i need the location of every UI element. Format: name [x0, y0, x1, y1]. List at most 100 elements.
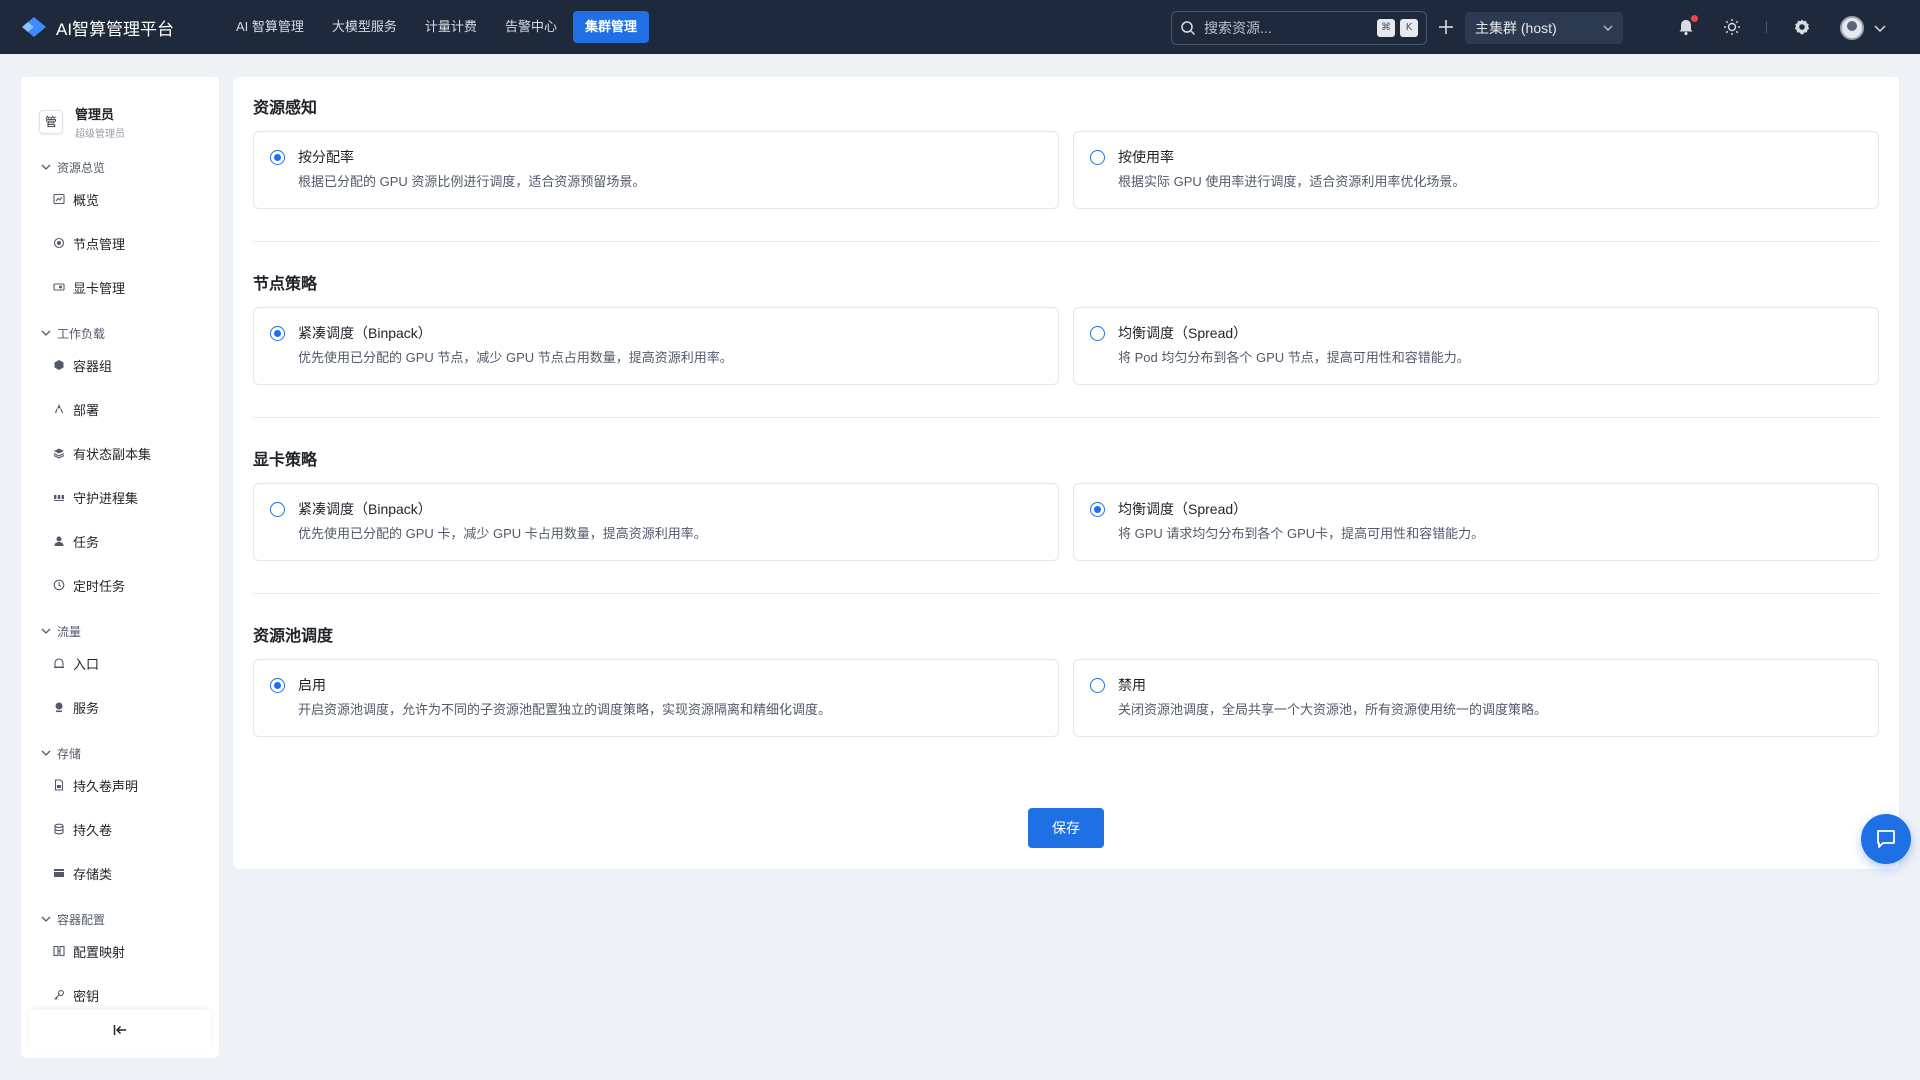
sidebar-item-label: 定时任务	[73, 578, 126, 594]
radio-button-checked[interactable]	[1090, 502, 1105, 517]
nav-item-ai-compute[interactable]: AI 智算管理	[224, 11, 316, 43]
sidebar-item-label: 持久卷	[73, 822, 113, 838]
save-button[interactable]: 保存	[1028, 808, 1104, 848]
sun-icon[interactable]	[1722, 17, 1742, 37]
chevron-down-icon	[41, 164, 51, 170]
sidebar-group-label: 容器配置	[57, 912, 106, 927]
user-name: 管理员	[75, 107, 115, 122]
sidebar-item-label: 守护进程集	[73, 490, 139, 506]
sidebar-item-storage-class[interactable]: 存储类	[21, 851, 219, 895]
layers-icon	[53, 448, 65, 459]
radio-button[interactable]	[270, 502, 285, 517]
sidebar-item-nodes[interactable]: 节点管理	[21, 221, 219, 265]
radio-button-checked[interactable]	[270, 326, 285, 341]
nav-item-llm-service[interactable]: 大模型服务	[320, 11, 409, 43]
sidebar-item-label: 任务	[73, 534, 100, 550]
sidebar-item-pv[interactable]: 持久卷	[21, 807, 219, 851]
chevron-down-icon	[41, 916, 51, 922]
option-description: 优先使用已分配的 GPU 节点，减少 GPU 节点占用数量，提高资源利用率。	[298, 350, 733, 365]
clock-icon	[53, 579, 65, 591]
option-title: 均衡调度（Spread）	[1118, 325, 1248, 341]
service-icon	[55, 702, 63, 713]
app-title: AI智算管理平台	[56, 19, 175, 39]
nav-item-alerts[interactable]: 告警中心	[493, 11, 569, 43]
section-node-strategy: 节点策略 紧凑调度（Binpack） 优先使用已分配的 GPU 节点，减少 GP…	[253, 242, 1879, 385]
key-icon	[54, 990, 64, 1000]
user-avatar[interactable]	[1840, 16, 1864, 40]
sidebar-item-label: 存储类	[73, 866, 113, 882]
option-pool-enable[interactable]: 启用 开启资源池调度，允许为不同的子资源池配置独立的调度策略，实现资源隔离和精细…	[253, 659, 1059, 737]
sidebar-item-pvc[interactable]: 持久卷声明	[21, 763, 219, 807]
radio-button-checked[interactable]	[270, 150, 285, 165]
sidebar-item-label: 密钥	[73, 988, 100, 1004]
sidebar-item-configmaps[interactable]: 配置映射	[21, 929, 219, 973]
top-bar: AI智算管理平台 AI 智算管理 大模型服务 计量计费 告警中心 集群管理 搜索…	[0, 0, 1920, 54]
sidebar-group-title[interactable]: 流量	[21, 621, 219, 641]
chevron-down-icon[interactable]	[1874, 23, 1886, 33]
nav-item-billing[interactable]: 计量计费	[413, 11, 489, 43]
chat-button[interactable]	[1861, 814, 1911, 864]
sidebar-item-cronjobs[interactable]: 定时任务	[21, 563, 219, 607]
gpu-card-icon	[53, 283, 65, 291]
chevron-down-icon	[41, 628, 51, 634]
radio-button[interactable]	[1090, 326, 1105, 341]
sidebar-item-label: 持久卷声明	[73, 778, 139, 794]
sidebar-group-label: 存储	[57, 746, 82, 761]
add-button[interactable]	[1434, 15, 1458, 39]
user-role: 超级管理员	[75, 129, 125, 140]
gear-icon[interactable]	[1792, 17, 1812, 37]
configmap-icon	[53, 945, 65, 957]
sidebar-item-jobs[interactable]: 任务	[21, 519, 219, 563]
sidebar-group-title[interactable]: 资源总览	[21, 157, 219, 177]
chevron-down-icon	[1603, 25, 1613, 31]
section-gpu-strategy: 显卡策略 紧凑调度（Binpack） 优先使用已分配的 GPU 卡，减少 GPU…	[253, 418, 1879, 561]
chat-bubble-icon	[1877, 830, 1895, 848]
chevron-down-icon	[41, 750, 51, 756]
option-description: 根据实际 GPU 使用率进行调度，适合资源利用率优化场景。	[1118, 174, 1466, 189]
option-by-usage[interactable]: 按使用率 根据实际 GPU 使用率进行调度，适合资源利用率优化场景。	[1073, 131, 1879, 209]
database-icon	[54, 823, 64, 835]
radio-button[interactable]	[1090, 678, 1105, 693]
radio-button[interactable]	[1090, 150, 1105, 165]
option-node-spread[interactable]: 均衡调度（Spread） 将 Pod 均匀分布到各个 GPU 节点，提高可用性和…	[1073, 307, 1879, 385]
sidebar-collapse-button[interactable]	[29, 1010, 211, 1050]
sidebar-item-statefulsets[interactable]: 有状态副本集	[21, 431, 219, 475]
search-placeholder: 搜索资源...	[1204, 20, 1272, 36]
option-title: 启用	[298, 677, 326, 693]
option-gpu-binpack[interactable]: 紧凑调度（Binpack） 优先使用已分配的 GPU 卡，减少 GPU 卡占用数…	[253, 483, 1059, 561]
sidebar-item-deployments[interactable]: 部署	[21, 387, 219, 431]
sidebar-group-title[interactable]: 存储	[21, 743, 219, 763]
section-title: 显卡策略	[253, 452, 318, 469]
sidebar: 管 管理员 超级管理员 资源总览 概览 节点管理 显卡管理 工作负载 容器组 部…	[21, 77, 219, 1058]
option-node-binpack[interactable]: 紧凑调度（Binpack） 优先使用已分配的 GPU 节点，减少 GPU 节点占…	[253, 307, 1059, 385]
nav-item-cluster-management[interactable]: 集群管理	[572, 11, 649, 43]
app-logo[interactable]: AI智算管理平台	[20, 15, 210, 40]
option-pool-disable[interactable]: 禁用 关闭资源池调度，全局共享一个大资源池，所有资源使用统一的调度策略。	[1073, 659, 1879, 737]
cluster-select[interactable]: 主集群 (host)	[1465, 12, 1623, 44]
sidebar-item-ingress[interactable]: 入口	[21, 641, 219, 685]
sidebar-item-services[interactable]: 服务	[21, 685, 219, 729]
sidebar-item-gpus[interactable]: 显卡管理	[21, 265, 219, 309]
search-icon	[1181, 21, 1196, 36]
section-title: 节点策略	[253, 276, 318, 293]
sidebar-item-pods[interactable]: 容器组	[21, 343, 219, 387]
scheduling-settings-panel: 资源感知 按分配率 根据已分配的 GPU 资源比例进行调度，适合资源预留场景。 …	[233, 77, 1899, 869]
ingress-icon	[54, 658, 64, 669]
sidebar-item-overview[interactable]: 概览	[21, 177, 219, 221]
option-gpu-spread[interactable]: 均衡调度（Spread） 将 GPU 请求均匀分布到各个 GPU卡，提高可用性和…	[1073, 483, 1879, 561]
storage-class-icon	[54, 869, 64, 877]
sidebar-group-workloads: 工作负载 容器组 部署 有状态副本集 守护进程集 任务 定时任务	[21, 323, 219, 607]
dashboard-icon	[53, 193, 65, 205]
node-icon	[53, 237, 65, 249]
sidebar-group-label: 工作负载	[57, 326, 106, 341]
search-input[interactable]: 搜索资源... ⌘ K	[1171, 11, 1427, 45]
radio-button-checked[interactable]	[270, 678, 285, 693]
option-by-allocation[interactable]: 按分配率 根据已分配的 GPU 资源比例进行调度，适合资源预留场景。	[253, 131, 1059, 209]
user-avatar-badge: 管	[39, 110, 63, 134]
option-description: 将 Pod 均匀分布到各个 GPU 节点，提高可用性和容错能力。	[1118, 350, 1470, 365]
sidebar-item-label: 服务	[73, 700, 100, 716]
sidebar-item-daemonsets[interactable]: 守护进程集	[21, 475, 219, 519]
sidebar-group-title[interactable]: 工作负载	[21, 323, 219, 343]
sidebar-group-title[interactable]: 容器配置	[21, 909, 219, 929]
logo-icon	[22, 17, 46, 37]
